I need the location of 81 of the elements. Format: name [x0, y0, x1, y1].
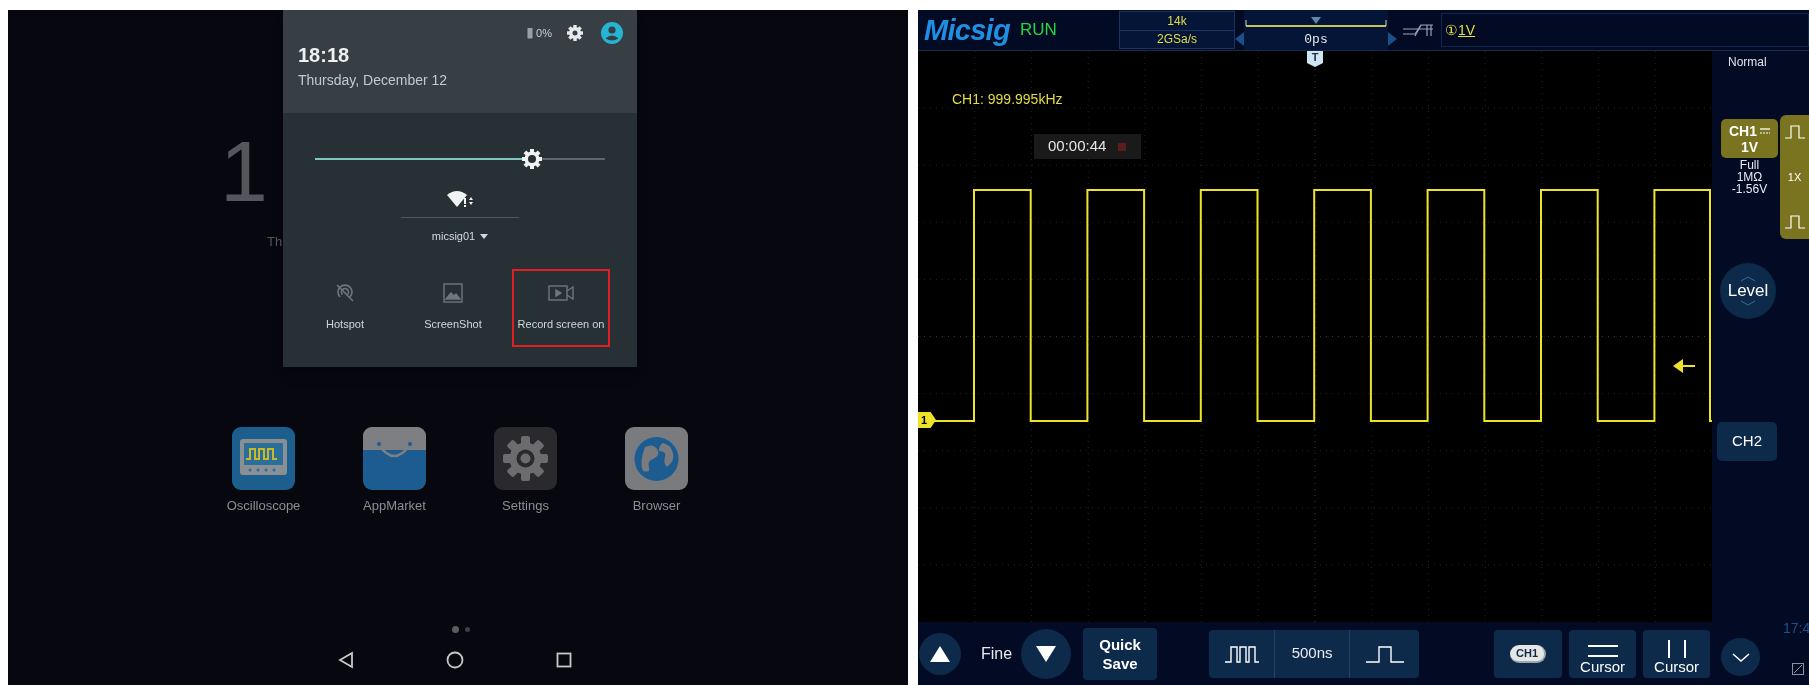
ch1-impedance: 1MΩ [1736, 171, 1763, 183]
cursor-button[interactable]: Cursor [1643, 629, 1711, 678]
up-chevron-icon [1740, 276, 1756, 282]
ch2-button[interactable]: CH2 [1717, 422, 1777, 461]
timebase-value: 500ns [1290, 643, 1334, 664]
memory-depth: 14k [1167, 12, 1187, 30]
up-triangle-icon [930, 645, 950, 662]
app-label[interactable]: AppMarket [363, 496, 426, 516]
down-triangle-icon [1036, 645, 1057, 662]
wifi-icon[interactable] [446, 191, 474, 209]
wifi-network-name[interactable]: micsig01 [431, 228, 476, 245]
down-chevron-icon [1740, 300, 1756, 306]
expand-button[interactable] [1721, 638, 1760, 676]
hotspot-off-icon [334, 281, 356, 304]
ch1-badge: CH1 [1510, 644, 1547, 663]
probe-ratio: 1X [1787, 169, 1802, 185]
user-avatar-icon[interactable] [601, 22, 623, 44]
brand-logo: Micsig [924, 15, 1010, 45]
shopping-bag-icon[interactable] [363, 427, 426, 490]
run-state[interactable]: RUN [1019, 17, 1057, 43]
battery-icon [527, 27, 534, 39]
settings-icon[interactable] [566, 24, 584, 42]
dc-coupling-icon [1760, 127, 1770, 134]
brightness-slider[interactable] [315, 148, 605, 170]
probe-panel[interactable]: 1X [1780, 115, 1809, 239]
horizontal-lines-icon [1587, 643, 1618, 658]
home-date: Th [267, 233, 283, 251]
shade-date: Thursday, December 12 [298, 71, 449, 90]
level-button[interactable]: Level [1720, 263, 1776, 319]
battery-percent: 0% [536, 25, 552, 41]
channel-select-button[interactable]: CH1 [1494, 629, 1563, 678]
tile-label: Hotspot [326, 316, 364, 332]
ch1-offset: -1.56V [1731, 183, 1768, 195]
acquisition-panel[interactable]: 14k 2GSa/s [1119, 11, 1235, 49]
cursor-button[interactable]: Cursor [1569, 629, 1637, 678]
probe-status-icon [1792, 663, 1804, 675]
ch1-button[interactable]: CH1 1V [1721, 119, 1778, 158]
app-label[interactable]: Browser [632, 496, 681, 516]
tile-label: Record screen on [517, 316, 605, 332]
single-pulse-icon [1784, 215, 1805, 229]
quick-setting-tile[interactable]: Record screen on [512, 268, 610, 347]
shade-time: 18:18 [298, 45, 351, 65]
tile-label: ScreenShot [424, 316, 482, 332]
app-label[interactable]: Oscilloscope [226, 496, 301, 516]
single-pulse-icon [1364, 644, 1405, 663]
oscilloscope-app-icon[interactable] [232, 427, 295, 490]
trigger-marker[interactable]: T [1307, 51, 1323, 67]
trigger-edge-icon[interactable] [1401, 23, 1435, 37]
single-pulse-icon [1784, 125, 1805, 139]
ch1-bandwidth: Full [1739, 159, 1760, 171]
quick-setting-tile[interactable]: Hotspot [296, 268, 394, 347]
dropdown-caret-icon[interactable] [480, 233, 489, 239]
trigger-level: 1V [1458, 20, 1476, 40]
ch1-label: CH1 [1729, 122, 1757, 139]
video-camera-icon [547, 282, 575, 303]
channel-marker[interactable]: 1 [918, 412, 936, 428]
sample-rate: 2GSa/s [1120, 29, 1234, 48]
pulse-train-icon [1223, 644, 1260, 663]
app-label[interactable]: Settings [502, 496, 549, 516]
gear-icon[interactable] [494, 427, 557, 490]
trigger-panel[interactable]: ①1V [1441, 13, 1809, 47]
quick-setting-tile[interactable]: ScreenShot [404, 268, 502, 347]
quick-save-button[interactable]: Quick Save [1083, 627, 1158, 680]
record-time: 00:00:44 [1048, 136, 1107, 157]
trigger-level-arrow-icon[interactable] [1673, 359, 1695, 373]
recents-icon[interactable] [556, 651, 572, 668]
frequency-measurement: CH1: 999.995kHz [952, 90, 1063, 109]
timeline-panel[interactable]: 0ps [1244, 10, 1388, 50]
status-clock: 17:4 [1783, 619, 1809, 638]
back-icon[interactable] [338, 650, 354, 669]
down-chevron-icon [1731, 652, 1750, 662]
home-icon[interactable] [446, 650, 464, 669]
image-icon [441, 280, 465, 305]
trigger-channel: ① [1445, 20, 1458, 40]
brightness-icon[interactable] [521, 148, 544, 170]
ch1-scale: 1V [1740, 138, 1759, 155]
home-clock: 1 [220, 128, 268, 214]
trigger-position: 0ps [1304, 31, 1328, 49]
fine-label: Fine [981, 643, 1013, 664]
scroll-up-button[interactable] [919, 632, 961, 675]
trigger-mode[interactable]: Normal [1728, 53, 1767, 71]
